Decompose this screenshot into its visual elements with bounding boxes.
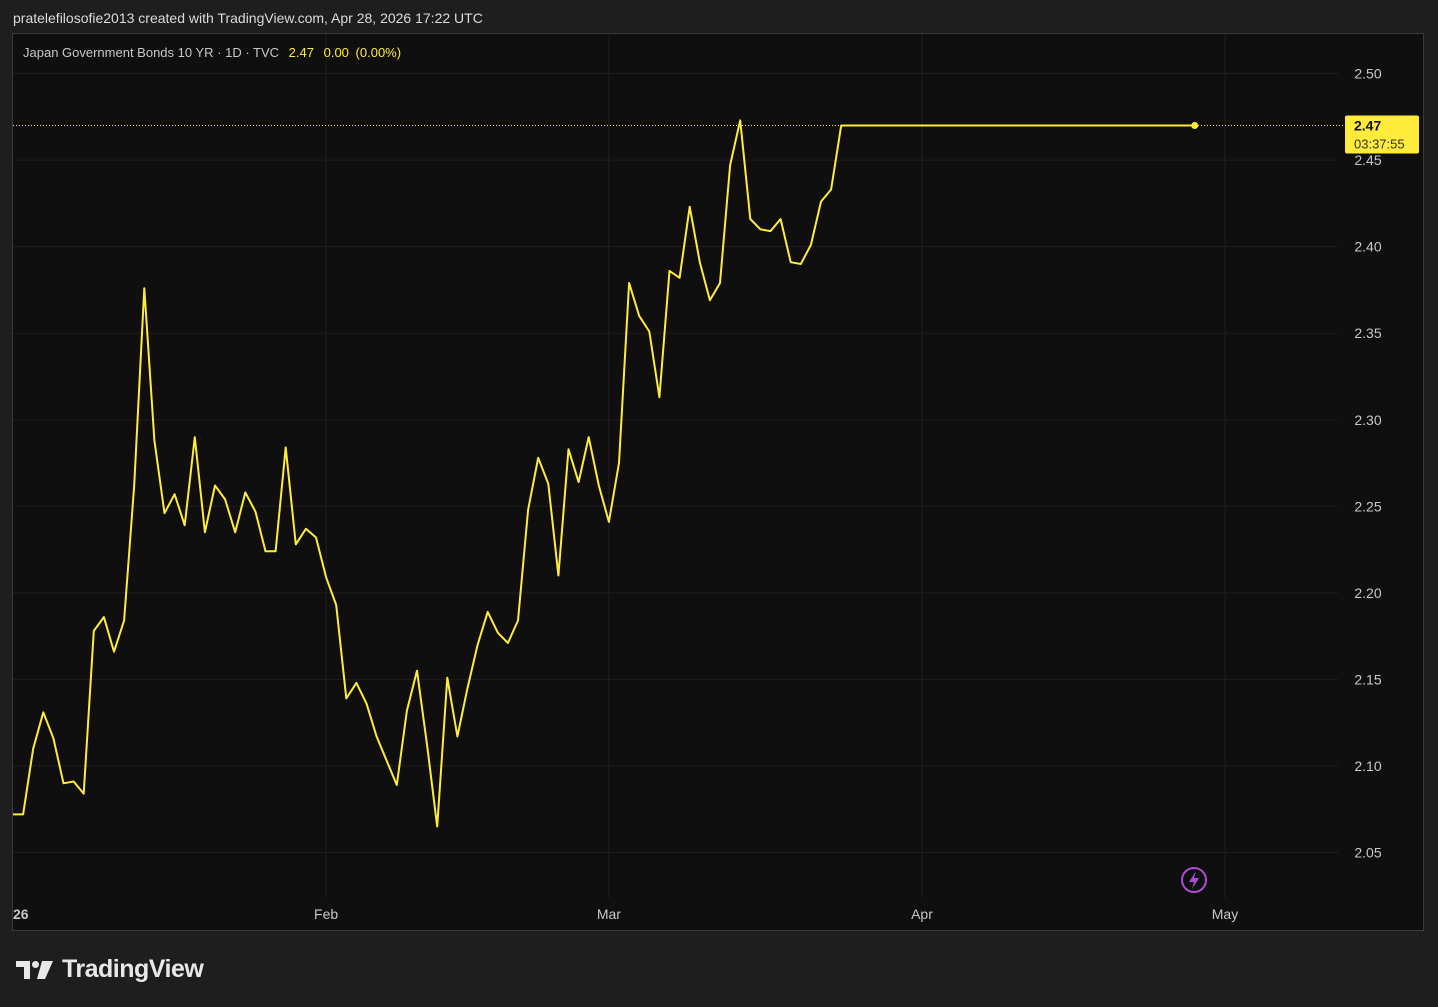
y-tick-label: 2.50 <box>1354 66 1381 82</box>
x-tick-label: May <box>1212 906 1238 922</box>
price-chart[interactable]: 2.05 2.10 2.15 2.20 2.25 2.30 2.35 2.40 2.45 2.50… <box>0 0 1438 1007</box>
y-tick-label: 2.25 <box>1354 498 1381 514</box>
x-tick-label: 26 <box>13 906 29 922</box>
axis-layer: 2.05 2.10 2.15 2.20 2.25 2.30 2.35 2.40 2.45 2.50… <box>13 66 1382 922</box>
price-tag-price: 2.47 <box>1354 117 1381 133</box>
series-layer <box>13 119 1195 828</box>
legend-change-pct: (0.00%) <box>355 45 402 60</box>
tradingview-brand[interactable]: TradingView <box>16 955 204 984</box>
bolt-shape <box>1189 871 1199 889</box>
y-tick-label: 2.40 <box>1354 239 1381 255</box>
legend-last-value: 2.47 <box>288 45 314 60</box>
x-tick-label: Apr <box>911 906 933 922</box>
grid-layer <box>13 34 1338 898</box>
legend-symbol: Japan Government Bonds 10 YR · 1D · TVC <box>23 45 280 60</box>
price-tag-countdown: 03:37:55 <box>1354 136 1405 151</box>
x-tick-label: Feb <box>314 906 338 922</box>
y-tick-label: 2.35 <box>1354 325 1381 341</box>
price-line <box>13 119 1195 828</box>
last-price-tag: 2.47 03:37:55 <box>1345 115 1419 154</box>
legend-change: 0.00 <box>323 45 349 60</box>
x-tick-label: Mar <box>597 906 621 922</box>
y-tick-label: 2.15 <box>1354 671 1381 687</box>
y-tick-label: 2.10 <box>1354 758 1381 774</box>
brand-name: TradingView <box>62 955 204 983</box>
symbol-legend[interactable]: Japan Government Bonds 10 YR · 1D · TVC … <box>23 45 401 60</box>
last-price-point <box>1191 121 1199 129</box>
y-tick-label: 2.30 <box>1354 412 1381 428</box>
y-tick-label: 2.20 <box>1354 585 1381 601</box>
y-tick-label: 2.45 <box>1354 152 1381 168</box>
tradingview-logo-icon <box>16 960 53 979</box>
y-tick-label: 2.05 <box>1354 845 1381 861</box>
lightning-bolt-icon[interactable] <box>1181 867 1207 893</box>
overlay-layer: 2.47 03:37:55 <box>13 115 1419 893</box>
